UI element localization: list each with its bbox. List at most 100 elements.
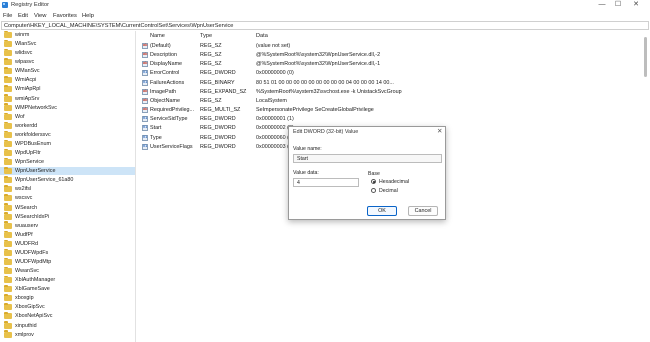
tree-item[interactable]: XblGameSave	[0, 285, 135, 293]
value-type: REG_DWORD	[200, 70, 236, 77]
decimal-label[interactable]: Decimal	[379, 188, 398, 194]
value-data: 0x00000000 (0)	[256, 70, 294, 77]
tree-item[interactable]: ws2ifsl	[0, 185, 135, 193]
value-row[interactable]: FailureActions REG_BINARY 80 51 01 00 00 0…	[140, 79, 642, 87]
column-header-name[interactable]: Name	[150, 33, 165, 39]
dword-value-icon	[142, 125, 148, 132]
tree-item-label: wlidsvc	[15, 50, 33, 57]
menu-favorites[interactable]: Favorites	[53, 13, 77, 19]
value-data: 0x00000001 (1)	[256, 116, 294, 123]
tree-item[interactable]: WlanSvc	[0, 39, 135, 48]
tree-item-label: XblGameSave	[15, 286, 50, 293]
folder-icon	[4, 166, 12, 175]
hexadecimal-label[interactable]: Hexadecimal	[379, 179, 409, 185]
tree-item[interactable]: WpdUpFltr	[0, 148, 135, 157]
close-button[interactable]: ✕	[629, 0, 643, 10]
menu-edit[interactable]: Edit	[18, 13, 28, 19]
tree-item[interactable]: wuauserv	[0, 221, 135, 230]
value-type: REG_DWORD	[200, 125, 236, 132]
tree-item[interactable]: wlidsvc	[0, 48, 135, 57]
tree-item[interactable]: WmiAcpi	[0, 76, 135, 84]
column-header-type[interactable]: Type	[200, 33, 212, 39]
folder-icon	[4, 31, 12, 38]
value-row[interactable]: ErrorControl REG_DWORD 0x00000000 (0)	[140, 69, 642, 77]
tree-item[interactable]: WSearchIdxPi	[0, 212, 135, 221]
tree-item[interactable]: WMPNetworkSvc	[0, 103, 135, 112]
value-name: (Default)	[150, 43, 171, 49]
maximize-button[interactable]: ☐	[611, 0, 625, 10]
tree-item[interactable]: xmlprov	[0, 330, 135, 339]
menu-view[interactable]: View	[34, 13, 46, 19]
value-row[interactable]: RequiredPrivileg... REG_MULTI_SZ SeImperso…	[140, 106, 642, 114]
value-row[interactable]: DisplayName REG_SZ @%SystemRoot%\system32\…	[140, 60, 642, 68]
base-label: Base	[368, 171, 380, 177]
tree-item[interactable]: WSearch	[0, 203, 135, 212]
tree-item[interactable]: xboxgip	[0, 294, 135, 302]
cancel-button[interactable]: Cancel	[408, 206, 438, 216]
tree-item[interactable]: winrm	[0, 31, 135, 39]
tree-item-label: Wof	[15, 113, 25, 120]
value-data: %SystemRoot%\system32\svchost.exe -k Uni…	[256, 88, 402, 95]
tree-item[interactable]: WUDFWpdMtp	[0, 257, 135, 266]
folder-icon	[4, 130, 12, 138]
minimize-button[interactable]: —	[595, 0, 609, 10]
scrollbar-thumb[interactable]	[644, 37, 647, 77]
vertical-scrollbar[interactable]	[642, 31, 650, 342]
tree-item-label: WSearch	[15, 204, 38, 211]
dword-value-icon	[142, 70, 148, 77]
tree-item[interactable]: WUDFWpdFs	[0, 248, 135, 257]
hexadecimal-radio[interactable]	[371, 179, 376, 184]
folder-icon	[4, 294, 12, 302]
tree-item[interactable]: XblAuthManager	[0, 275, 135, 284]
tree-item[interactable]: WpnUserService	[0, 166, 135, 176]
tree-item[interactable]: WpnUserService_61a80	[0, 176, 135, 184]
key-tree[interactable]: winrm WlanSvc wlidsvc wlpasvc WManSvc WmiAcpi…	[0, 31, 136, 342]
value-data-input[interactable]: 4	[293, 178, 359, 187]
tree-item[interactable]: WudfPf	[0, 230, 135, 239]
value-row[interactable]: ImagePath REG_EXPAND_SZ %SystemRoot%\syste…	[140, 88, 642, 96]
value-row[interactable]: ServiceSidType REG_DWORD 0x00000001 (1)	[140, 115, 642, 123]
tree-item[interactable]: Wof	[0, 112, 135, 121]
ok-button[interactable]: OK	[367, 206, 397, 216]
folder-icon	[4, 230, 12, 238]
tree-item[interactable]: XboxGipSvc	[0, 303, 135, 311]
tree-item-label: wscsvc	[15, 195, 33, 202]
tree-item[interactable]: XboxNetApiSvc	[0, 312, 135, 320]
column-header-data[interactable]: Data	[256, 33, 268, 39]
tree-item[interactable]: WpnService	[0, 157, 135, 166]
string-value-icon	[142, 61, 148, 68]
tree-item-label: WPDBusEnum	[15, 140, 51, 147]
value-type: REG_SZ	[200, 52, 222, 59]
value-row[interactable]: (Default) REG_SZ (value not set)	[140, 42, 642, 50]
tree-item[interactable]: workfolderssvc	[0, 130, 135, 139]
folder-icon	[4, 85, 12, 93]
tree-item[interactable]: WPDBusEnum	[0, 139, 135, 148]
tree-item[interactable]: wlpasvc	[0, 58, 135, 66]
tree-item-label: xmlprov	[15, 331, 34, 338]
folder-icon	[4, 157, 12, 166]
decimal-radio[interactable]	[371, 188, 376, 193]
string-value-icon	[142, 43, 148, 49]
menu-help[interactable]: Help	[82, 13, 94, 19]
value-data: 80 51 01 00 00 00 00 00 00 00 00 00 04 0…	[256, 79, 394, 86]
tree-item[interactable]: wscsvc	[0, 194, 135, 202]
tree-item[interactable]: wmiApSrv	[0, 94, 135, 103]
tree-item[interactable]: WmiApRpl	[0, 85, 135, 93]
folder-icon	[4, 321, 12, 329]
string-value-icon	[142, 97, 148, 104]
folder-icon	[4, 257, 12, 265]
folder-icon	[4, 185, 12, 193]
address-path: Computer\HKEY_LOCAL_MACHINE\SYSTEM\Curre…	[4, 23, 234, 29]
value-row[interactable]: ObjectName REG_SZ LocalSystem	[140, 97, 642, 105]
tree-item[interactable]: xinputhid	[0, 321, 135, 330]
tree-item[interactable]: workerdd	[0, 121, 135, 130]
value-row[interactable]: Description REG_SZ @%SystemRoot%\system32\…	[140, 51, 642, 59]
menu-file[interactable]: File	[3, 13, 12, 19]
address-bar[interactable]: Computer\HKEY_LOCAL_MACHINE\SYSTEM\Curre…	[1, 21, 649, 30]
tree-item[interactable]: WwanSvc	[0, 266, 135, 275]
tree-item[interactable]: WUDFRd	[0, 239, 135, 248]
string-value-icon	[142, 52, 148, 59]
dialog-close-icon[interactable]: ✕	[437, 127, 442, 135]
tree-item[interactable]: WManSvc	[0, 67, 135, 75]
folder-icon	[4, 94, 12, 102]
